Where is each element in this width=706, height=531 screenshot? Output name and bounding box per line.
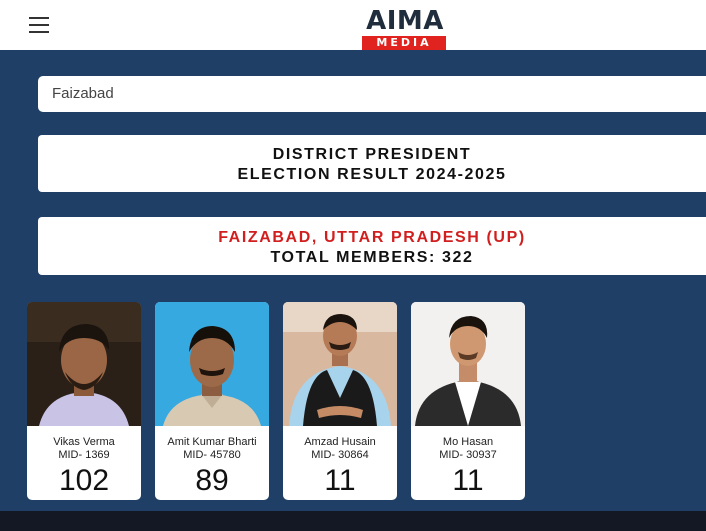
menu-line: [29, 31, 49, 33]
candidate-name: Amzad Husain: [304, 436, 376, 448]
election-title-panel: DISTRICT PRESIDENT ELECTION RESULT 2024-…: [38, 135, 706, 192]
candidate-votes: 89: [195, 464, 229, 497]
candidate-photo: [155, 302, 269, 426]
candidate-photo: [27, 302, 141, 426]
candidate-card[interactable]: Amzad Husain MID- 30864 11: [283, 302, 397, 500]
menu-line: [29, 24, 49, 26]
total-members: TOTAL MEMBERS: 322: [270, 249, 474, 266]
candidate-mid: MID- 1369: [58, 449, 110, 461]
hamburger-menu-icon[interactable]: [29, 16, 51, 34]
candidate-photo: [283, 302, 397, 426]
top-navigation-bar: AIMA MEDIA: [0, 0, 706, 50]
candidate-votes: 102: [58, 464, 110, 497]
candidate-photo: [411, 302, 525, 426]
menu-line: [29, 17, 49, 19]
candidate-votes: 11: [324, 464, 356, 497]
candidate-mid: MID- 30864: [311, 449, 369, 461]
candidate-card[interactable]: Vikas Verma MID- 1369 102: [27, 302, 141, 500]
logo-subtitle: MEDIA: [362, 36, 446, 50]
logo-wordmark: AIMA: [366, 6, 444, 36]
candidate-name: Mo Hasan: [442, 436, 494, 448]
location-heading: FAIZABAD, UTTAR PRADESH (UP): [218, 229, 526, 246]
candidate-mid: MID- 45780: [183, 449, 241, 461]
footer-bar: [0, 511, 706, 531]
candidate-card[interactable]: Amit Kumar Bharti MID- 45780 89: [155, 302, 269, 500]
candidate-name: Amit Kumar Bharti: [167, 436, 257, 448]
district-search-input[interactable]: Faizabad: [38, 76, 706, 112]
panel-title-line1: DISTRICT PRESIDENT: [272, 146, 472, 163]
candidate-votes: 11: [452, 464, 484, 497]
panel-title-line2: ELECTION RESULT 2024-2025: [237, 166, 507, 183]
candidate-name: Vikas Verma: [53, 436, 115, 448]
candidate-card[interactable]: Mo Hasan MID- 30937 11: [411, 302, 525, 500]
aima-media-logo[interactable]: AIMA MEDIA: [362, 6, 448, 50]
candidate-mid: MID- 30937: [439, 449, 497, 461]
location-summary-panel: FAIZABAD, UTTAR PRADESH (UP) TOTAL MEMBE…: [38, 217, 706, 275]
